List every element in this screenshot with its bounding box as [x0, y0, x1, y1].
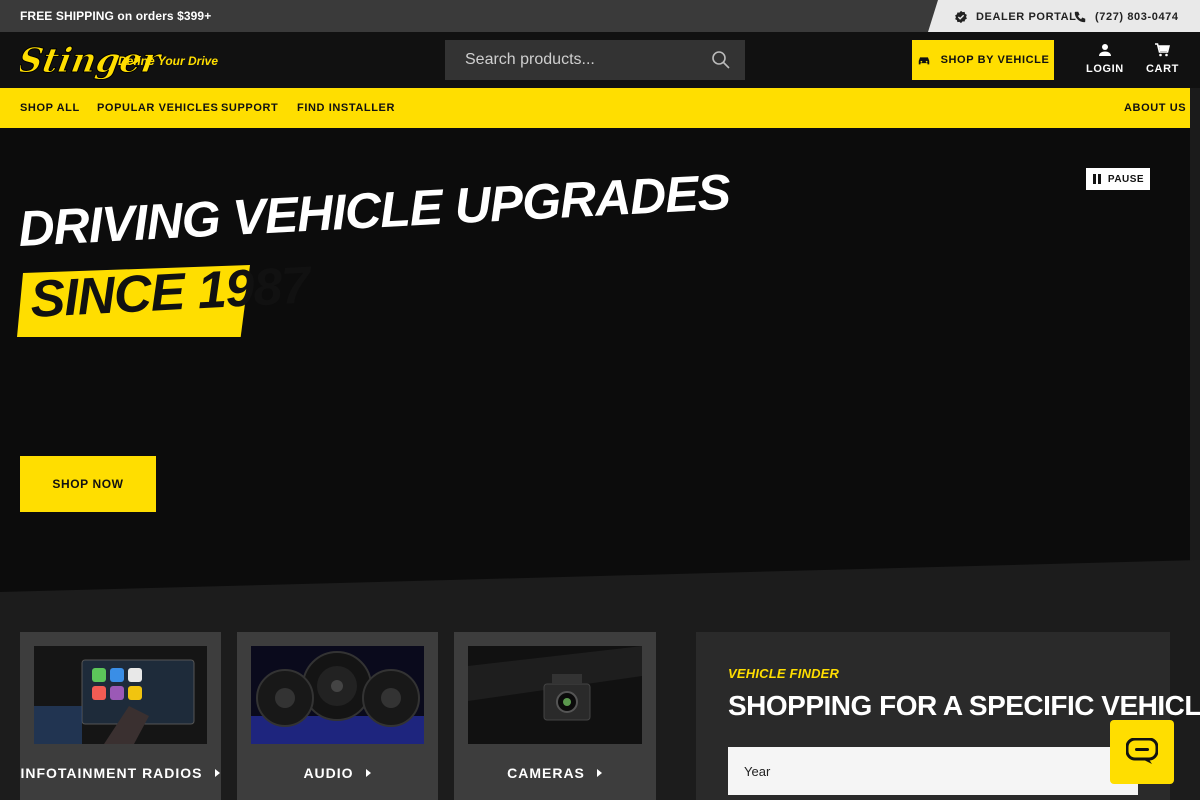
vehicle-finder-title: SHOPPING FOR A SPECIFIC VEHICLE? [728, 690, 1200, 721]
car-icon [918, 57, 929, 65]
nav-support[interactable]: SUPPORT [221, 102, 278, 114]
main-nav: SHOP ALL POPULAR VEHICLES SUPPORT FIND I… [0, 88, 1190, 128]
category-card-infotainment[interactable]: INFOTAINMENT RADIOS [20, 632, 221, 800]
category-label-audio: AUDIO [237, 765, 438, 781]
nav-popular-vehicles[interactable]: POPULAR VEHICLES [97, 102, 218, 114]
nav-about-us[interactable]: ABOUT US [1124, 102, 1186, 114]
shop-now-button[interactable]: SHOP NOW [20, 456, 156, 512]
category-label-infotainment: INFOTAINMENT RADIOS [20, 765, 221, 781]
stinger-logo[interactable]: Stinger Define Your Drive [20, 40, 220, 80]
category-text-cameras: CAMERAS [507, 765, 585, 781]
infotainment-thumbnail [34, 646, 207, 744]
audio-thumbnail [251, 646, 424, 744]
pause-icon [1092, 174, 1101, 184]
year-select[interactable]: Year [728, 747, 1138, 795]
shop-by-vehicle-button[interactable]: SHOP BY VEHICLE [912, 40, 1054, 80]
cart-button[interactable]: CART [1146, 42, 1179, 75]
vehicle-finder-panel: VEHICLE FINDER SHOPPING FOR A SPECIFIC V… [696, 632, 1200, 800]
vehicle-finder-eyebrow: VEHICLE FINDER [728, 666, 840, 681]
pause-label: PAUSE [1107, 173, 1145, 185]
dealer-portal-label: DEALER PORTAL [976, 11, 1077, 23]
chevron-right-icon [596, 769, 602, 777]
search-input[interactable] [445, 51, 695, 69]
category-card-audio[interactable]: AUDIO [237, 632, 438, 800]
category-text-infotainment: INFOTAINMENT RADIOS [20, 765, 203, 781]
search-icon[interactable] [711, 50, 731, 70]
category-card-cameras[interactable]: CAMERAS [454, 632, 656, 800]
login-button[interactable]: LOGIN [1086, 42, 1124, 75]
chat-icon [1126, 738, 1158, 764]
category-text-audio: AUDIO [303, 765, 354, 781]
chevron-right-icon [214, 769, 220, 777]
chat-launcher-button[interactable] [1110, 720, 1174, 784]
pause-slideshow-button[interactable]: PAUSE [1086, 168, 1150, 190]
year-select-value: Year [744, 763, 771, 779]
search-box [445, 40, 745, 80]
cameras-thumbnail [468, 646, 642, 744]
top-announcement-bar: FREE SHIPPING on orders $399+ DEALER POR… [0, 0, 1200, 32]
shop-by-vehicle-label: SHOP BY VEHICLE [940, 54, 1050, 66]
cart-icon [1155, 43, 1171, 57]
phone-number: (727) 803-0474 [1095, 11, 1179, 23]
site-header: Stinger Define Your Drive SHOP BY VEHICL… [0, 32, 1200, 88]
user-icon [1098, 44, 1111, 56]
category-label-cameras: CAMERAS [454, 765, 656, 781]
chevron-right-icon [365, 769, 371, 777]
phone-link[interactable]: (727) 803-0474 [1073, 10, 1179, 24]
verified-badge-icon [955, 10, 967, 24]
svg-text:Define Your Drive: Define Your Drive [118, 54, 218, 68]
nav-find-installer[interactable]: FIND INSTALLER [297, 102, 395, 114]
login-label: LOGIN [1086, 63, 1124, 75]
dealer-portal-link[interactable]: DEALER PORTAL [954, 10, 1076, 24]
free-shipping-text: FREE SHIPPING on orders $399+ [20, 9, 212, 23]
nav-shop-all[interactable]: SHOP ALL [20, 102, 80, 114]
phone-icon [1074, 11, 1086, 23]
cart-label: CART [1146, 63, 1179, 75]
